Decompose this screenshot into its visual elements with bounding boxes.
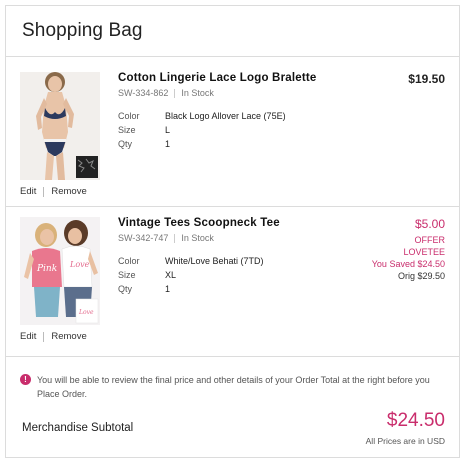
attr-color: Color White/Love Behati (7TD) <box>118 254 318 268</box>
product-attributes: Color White/Love Behati (7TD) Size XL Qt… <box>118 254 318 296</box>
item-divider <box>6 206 459 207</box>
item-price: $5.00 <box>414 217 445 231</box>
item-price: $19.50 <box>408 72 445 86</box>
attr-value: XL <box>165 270 177 280</box>
attr-value: 1 <box>165 139 171 149</box>
subtotal-label: Merchandise Subtotal <box>22 422 134 434</box>
stock-status: In Stock <box>181 88 214 98</box>
divider <box>43 186 45 197</box>
edit-link[interactable]: Edit <box>20 331 36 342</box>
item-actions: Edit Remove <box>20 331 87 342</box>
attr-value: White/Love Behati (7TD) <box>165 256 264 266</box>
stock-status: In Stock <box>181 233 214 243</box>
attr-value: Black Logo Allover Lace (75E) <box>165 111 286 121</box>
price-column: $5.00 OFFER LOVETEE You Saved $24.50 Ori… <box>372 217 445 282</box>
divider <box>43 331 45 342</box>
currency-note: All Prices are in USD <box>365 436 445 446</box>
info-icon: ! <box>20 374 31 385</box>
savings-text: You Saved $24.50 <box>371 259 445 269</box>
product-sku: SW-334-862 <box>118 88 169 98</box>
item-info: Vintage Tees Scoopneck Tee SW-342-747 In… <box>118 217 318 296</box>
page-title: Shopping Bag <box>22 20 143 41</box>
product-sku: SW-342-747 <box>118 233 169 243</box>
svg-text:Love: Love <box>78 309 94 316</box>
svg-text:Love: Love <box>69 260 90 269</box>
product-name[interactable]: Cotton Lingerie Lace Logo Bralette <box>118 72 318 84</box>
edit-link[interactable]: Edit <box>20 186 36 197</box>
svg-text:Pink: Pink <box>36 264 57 274</box>
offer-label: OFFER <box>414 235 446 245</box>
product-image[interactable] <box>20 72 100 180</box>
attr-label: Color <box>118 256 140 266</box>
attr-qty: Qty 1 <box>118 282 318 296</box>
product-image[interactable]: Pink Love Love <box>20 217 100 325</box>
divider <box>174 233 176 243</box>
attr-size: Size XL <box>118 268 318 282</box>
item-info: Cotton Lingerie Lace Logo Bralette SW-33… <box>118 72 318 151</box>
attr-label: Size <box>118 270 136 280</box>
section-divider <box>6 356 459 357</box>
shopping-bag: Shopping Bag Edit Remove Cotton Lingerie… <box>5 5 460 458</box>
bag-header: Shopping Bag <box>6 6 459 57</box>
attr-color: Color Black Logo Allover Lace (75E) <box>118 109 318 123</box>
attr-label: Size <box>118 125 136 135</box>
attr-value: L <box>165 125 171 135</box>
attr-size: Size L <box>118 123 318 137</box>
price-column: $19.50 <box>408 72 445 86</box>
divider <box>174 88 176 98</box>
product-meta: SW-342-747 In Stock <box>118 233 318 243</box>
remove-link[interactable]: Remove <box>51 186 86 197</box>
product-meta: SW-334-862 In Stock <box>118 88 318 98</box>
remove-link[interactable]: Remove <box>51 331 86 342</box>
price-notice: ! You will be able to review the final p… <box>20 373 445 401</box>
subtotal-amount: $24.50 <box>386 410 445 431</box>
attr-value: 1 <box>165 284 171 294</box>
attr-label: Qty <box>118 284 133 294</box>
product-attributes: Color Black Logo Allover Lace (75E) Size… <box>118 109 318 151</box>
attr-label: Qty <box>118 139 133 149</box>
attr-label: Color <box>118 111 140 121</box>
product-name[interactable]: Vintage Tees Scoopneck Tee <box>118 217 318 229</box>
offer-code: LOVETEE <box>403 247 445 257</box>
item-actions: Edit Remove <box>20 186 87 197</box>
original-price: Orig $29.50 <box>397 271 445 281</box>
notice-text: You will be able to review the final pri… <box>37 375 430 399</box>
attr-qty: Qty 1 <box>118 137 318 151</box>
